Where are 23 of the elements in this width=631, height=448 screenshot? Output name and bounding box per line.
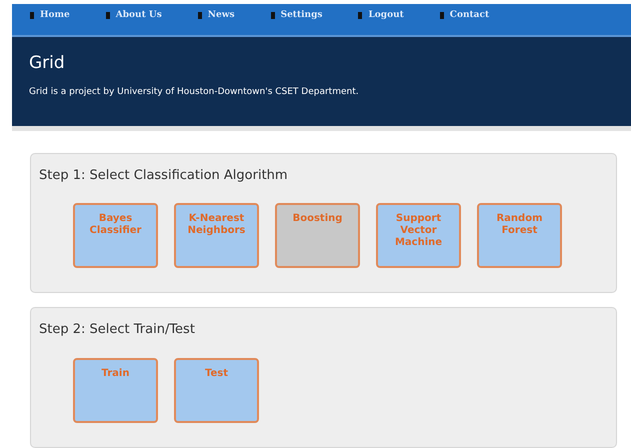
page-title: Grid (29, 52, 66, 76)
bullet-icon (30, 12, 34, 20)
option-button[interactable]: Support Vector Machine (376, 203, 461, 268)
nav-link[interactable]: News (198, 9, 235, 22)
option-button[interactable]: Train (73, 358, 158, 423)
nav-link[interactable]: Logout (358, 9, 404, 22)
bullet-icon (358, 12, 362, 20)
option-button[interactable]: Test (174, 358, 259, 423)
page-subtitle: Grid is a project by University of Houston-Downtown's CSET Department. (29, 86, 360, 99)
bullet-icon (106, 12, 110, 20)
bullet-icon (198, 12, 202, 20)
option-button[interactable]: Bayes Classifier (73, 203, 158, 268)
nav-link[interactable]: Home (30, 9, 70, 22)
step-title: Step 2: Select Train/Test (39, 321, 196, 340)
option-button[interactable]: Boosting (275, 203, 360, 268)
nav-link[interactable]: About Us (106, 9, 162, 22)
nav-link[interactable]: Settings (270, 9, 322, 22)
option-button[interactable]: K-Nearest Neighbors (174, 203, 259, 268)
option-button[interactable]: Random Forest (477, 203, 562, 268)
bullet-icon (440, 12, 444, 20)
nav-link[interactable]: Contact (440, 9, 490, 22)
step-title: Step 1: Select Classification Algorithm (39, 166, 289, 185)
bullet-icon (270, 12, 275, 20)
